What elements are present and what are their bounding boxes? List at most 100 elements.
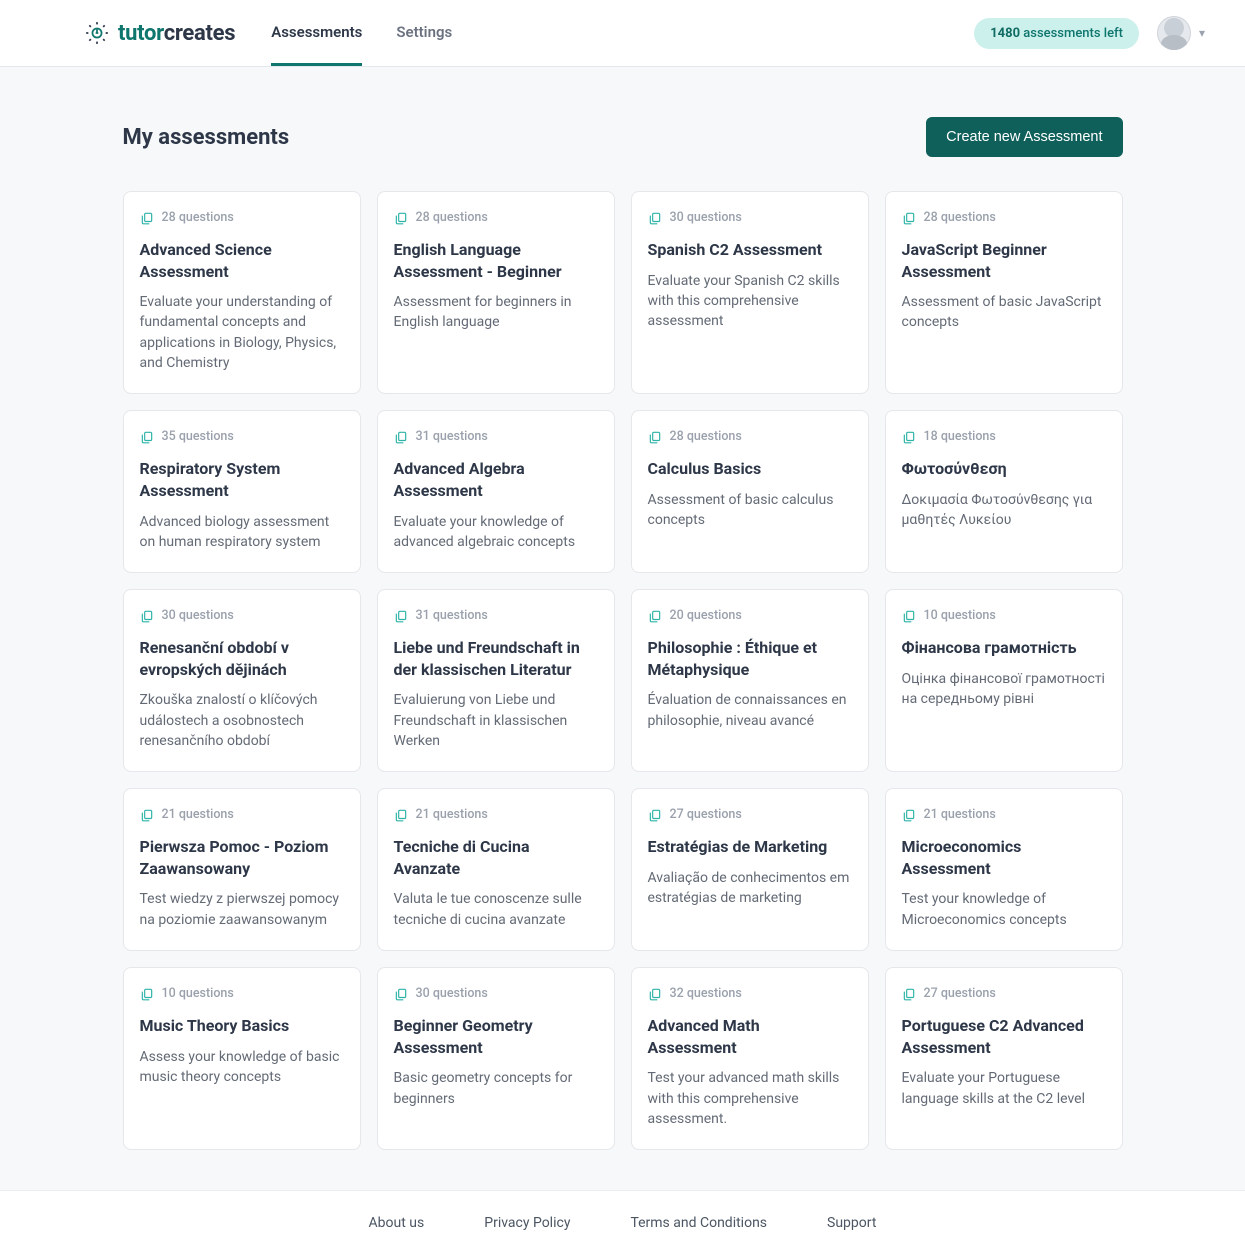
chevron-down-icon: ▾ <box>1199 26 1205 40</box>
card-description: Basic geometry concepts for beginners <box>394 1068 598 1109</box>
documents-icon <box>394 987 408 1001</box>
assessment-card[interactable]: 30 questionsRenesanční období v evropský… <box>123 589 361 772</box>
card-description: Évaluation de connaissances en philosoph… <box>648 690 852 731</box>
card-description: Evaluate your knowledge of advanced alge… <box>394 512 598 553</box>
card-meta: 30 questions <box>140 608 344 623</box>
card-question-count: 27 questions <box>670 807 742 822</box>
card-title: Advanced Science Assessment <box>140 239 344 282</box>
card-meta: 28 questions <box>648 429 852 444</box>
user-menu[interactable]: ▾ <box>1157 16 1205 50</box>
assessment-card[interactable]: 20 questions Philosophie : Éthique et Mét… <box>631 589 869 772</box>
avatar <box>1157 16 1191 50</box>
card-description: Test wiedzy z pierwszej pomocy na poziom… <box>140 889 344 930</box>
footer-terms[interactable]: Terms and Conditions <box>630 1215 767 1231</box>
card-description: Evaluate your Portuguese language skills… <box>902 1068 1106 1109</box>
card-meta: 30 questions <box>648 210 852 225</box>
card-title: Philosophie : Éthique et Métaphysique <box>648 637 852 680</box>
assessment-card[interactable]: 27 questionsPortuguese C2 Advanced Asses… <box>885 967 1123 1150</box>
card-description: Evaluate your Spanish C2 skills with thi… <box>648 271 852 332</box>
documents-icon <box>648 808 662 822</box>
assessment-card[interactable]: 27 questionsEstratégias de MarketingAval… <box>631 788 869 951</box>
card-description: Assess your knowledge of basic music the… <box>140 1047 344 1088</box>
card-title: Tecniche di Cucina Avanzate <box>394 836 598 879</box>
footer-about[interactable]: About us <box>369 1215 425 1231</box>
card-title: Liebe und Freundschaft in der klassische… <box>394 637 598 680</box>
assessment-card[interactable]: 21 questions Microeconomics Assessment Tes… <box>885 788 1123 951</box>
documents-icon <box>902 211 916 225</box>
create-assessment-button[interactable]: Create new Assessment <box>926 117 1122 157</box>
documents-icon <box>140 609 154 623</box>
gear-lightbulb-icon <box>84 20 110 46</box>
assessment-card[interactable]: 28 questionsEnglish Language Assessment … <box>377 191 615 394</box>
documents-icon <box>394 430 408 444</box>
card-title: Spanish C2 Assessment <box>648 239 852 261</box>
documents-icon <box>140 211 154 225</box>
card-description: Assessment of basic calculus concepts <box>648 490 852 531</box>
card-question-count: 28 questions <box>670 429 742 444</box>
card-title: Фінансова грамотність <box>902 637 1106 659</box>
documents-icon <box>140 430 154 444</box>
main-content: My assessments Create new Assessment 28 … <box>123 67 1123 1190</box>
card-question-count: 10 questions <box>162 986 234 1001</box>
card-question-count: 20 questions <box>670 608 742 623</box>
footer-support[interactable]: Support <box>827 1215 876 1231</box>
card-question-count: 31 questions <box>416 608 488 623</box>
documents-icon <box>902 430 916 444</box>
assessment-card[interactable]: 28 questionsAdvanced Science AssessmentE… <box>123 191 361 394</box>
documents-icon <box>648 987 662 1001</box>
assessment-card[interactable]: 10 questionsMusic Theory BasicsAssess yo… <box>123 967 361 1150</box>
assessments-grid: 28 questions Advanced Science Assessment E… <box>123 191 1123 1150</box>
card-question-count: 21 questions <box>416 807 488 822</box>
card-title: Advanced Math Assessment <box>648 1015 852 1058</box>
assessment-card[interactable]: 18 questionsΦωτοσύνθεσηΔοκιμασία Φωτοσύν… <box>885 410 1123 573</box>
brand-name: tutorcreates <box>118 21 235 46</box>
card-title: Microeconomics Assessment <box>902 836 1106 879</box>
documents-icon <box>902 609 916 623</box>
assessment-card[interactable]: 35 questionsRespiratory System Assessmen… <box>123 410 361 573</box>
header: tutorcreates Assessments Settings 1480 a… <box>0 0 1245 67</box>
card-question-count: 28 questions <box>162 210 234 225</box>
documents-icon <box>648 609 662 623</box>
card-title: Advanced Algebra Assessment <box>394 458 598 501</box>
assessment-card[interactable]: 10 questions Фінансова грамотність Оцінка … <box>885 589 1123 772</box>
card-question-count: 31 questions <box>416 429 488 444</box>
card-meta: 21 questions <box>902 807 1106 822</box>
card-title: JavaScript Beginner Assessment <box>902 239 1106 282</box>
assessment-card[interactable]: 28 questions Calculus Basics Assessment of… <box>631 410 869 573</box>
assessment-card[interactable]: 28 questions JavaScript Beginner Assessme… <box>885 191 1123 394</box>
assessment-card[interactable]: 32 questionsAdvanced Math AssessmentTest… <box>631 967 869 1150</box>
card-title: Respiratory System Assessment <box>140 458 344 501</box>
page-title: My assessments <box>123 125 290 150</box>
card-description: Advanced biology assessment on human res… <box>140 512 344 553</box>
assessment-card[interactable]: 31 questions Advanced Algebra Assessment E… <box>377 410 615 573</box>
card-question-count: 10 questions <box>924 608 996 623</box>
footer-privacy[interactable]: Privacy Policy <box>484 1215 570 1231</box>
card-meta: 31 questions <box>394 429 598 444</box>
card-title: Beginner Geometry Assessment <box>394 1015 598 1058</box>
card-meta: 10 questions <box>140 986 344 1001</box>
card-meta: 21 questions <box>140 807 344 822</box>
brand-logo[interactable]: tutorcreates <box>84 20 235 46</box>
card-title: Estratégias de Marketing <box>648 836 852 858</box>
card-description: Test your knowledge of Microeconomics co… <box>902 889 1106 930</box>
card-question-count: 30 questions <box>162 608 234 623</box>
card-meta: 10 questions <box>902 608 1106 623</box>
card-meta: 32 questions <box>648 986 852 1001</box>
nav-assessments[interactable]: Assessments <box>271 0 362 66</box>
card-meta: 28 questions <box>902 210 1106 225</box>
assessment-card[interactable]: 21 questionsTecniche di Cucina AvanzateV… <box>377 788 615 951</box>
card-title: Calculus Basics <box>648 458 852 480</box>
card-description: Оцінка фінансової грамотності на середнь… <box>902 669 1106 710</box>
assessment-card[interactable]: 30 questionsBeginner Geometry Assessment… <box>377 967 615 1150</box>
card-title: Φωτοσύνθεση <box>902 458 1106 480</box>
assessment-card[interactable]: 31 questions Liebe und Freundschaft in de… <box>377 589 615 772</box>
card-description: Δοκιμασία Φωτοσύνθεσης για μαθητές Λυκεί… <box>902 490 1106 531</box>
assessment-card[interactable]: 21 questionsPierwsza Pomoc - Poziom Zaaw… <box>123 788 361 951</box>
card-question-count: 28 questions <box>416 210 488 225</box>
card-meta: 27 questions <box>648 807 852 822</box>
nav-settings[interactable]: Settings <box>396 0 452 66</box>
assessment-card[interactable]: 30 questions Spanish C2 Assessment Evaluat… <box>631 191 869 394</box>
card-question-count: 32 questions <box>670 986 742 1001</box>
documents-icon <box>394 808 408 822</box>
documents-icon <box>648 211 662 225</box>
